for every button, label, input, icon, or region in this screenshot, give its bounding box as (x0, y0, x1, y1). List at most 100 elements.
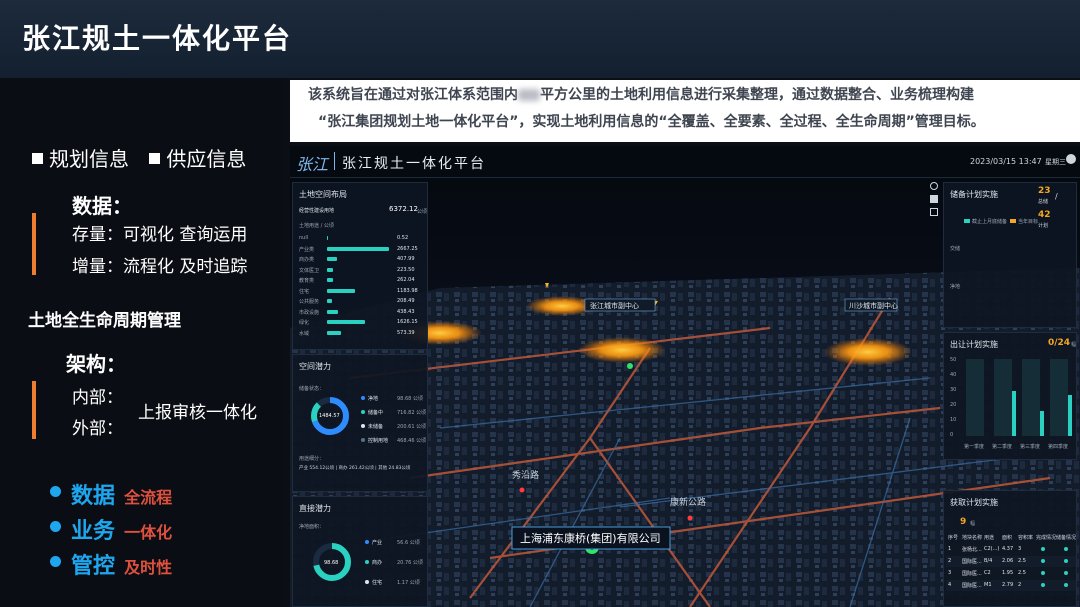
status-dot-icon (1064, 559, 1068, 563)
bullet-main: 业务 (71, 519, 116, 544)
quarter-column[interactable] (994, 359, 1012, 436)
refresh-icon[interactable] (930, 182, 938, 190)
hotspot-center[interactable] (578, 337, 666, 363)
legend-value: 98.68 公顷 (397, 396, 423, 402)
intro-line-1: 该系统旨在通过对张江体系范围内 平方公里的土地利用信息进行采集整理，通过数据整合、… (308, 82, 974, 109)
title-bar: 张江规土一体化平台 (0, 0, 1080, 78)
table-cell: 3 (948, 570, 952, 576)
panel-subtitle: 净地面积： (299, 524, 325, 530)
legend-reserved: 截止上月底储备 (972, 219, 1008, 225)
internal-label: 内部： (72, 388, 123, 408)
land-row-bar[interactable] (327, 309, 338, 314)
donut-center-value: 1484.57 (319, 413, 340, 419)
dashboard-screenshot: 张江城市副中心 川沙城市副中心 秀沿路 康新公路 上海浦东康桥(集团)有限公司 … (290, 146, 1080, 607)
layers-icon[interactable] (930, 195, 938, 203)
panel-title: 土地空间布局 (299, 190, 347, 199)
status-dot-icon (1041, 559, 1045, 563)
legend-value: 20.76 公顷 (397, 560, 423, 566)
intro-box: 该系统旨在通过对张江体系范围内 平方公里的土地利用信息进行采集整理，通过数据整合、… (290, 80, 1080, 142)
land-row-bar[interactable] (327, 288, 355, 293)
y-tick-label: 20 (950, 402, 957, 408)
dashboard-logo: 张江 (296, 155, 329, 174)
table-header-cell: 地块名称 (962, 535, 983, 541)
bullet-business: 业务 一体化 (71, 513, 172, 545)
total-label: 经营性建设用地 (299, 208, 335, 214)
land-row-bar[interactable] (327, 278, 334, 282)
land-row-name: 绿化 (299, 320, 310, 326)
quarter-column[interactable] (966, 359, 984, 436)
land-row-name: 商办类 (299, 257, 315, 263)
transfer-plan-panel: 出让计划实施 0/24 幅 50 40 30 20 10 0 第一季度 第二季度 第三季度 第四… (943, 332, 1077, 460)
legend-value: 468.46 公顷 (397, 438, 427, 444)
legend-dot-icon (361, 424, 365, 428)
legend-name: 商办 (372, 560, 383, 566)
quarter-bar[interactable] (1068, 395, 1072, 436)
bullet-sub: 及时性 (124, 558, 173, 577)
tag-supply: 供应信息 (166, 147, 247, 171)
land-row-name: 文体医卫 (299, 267, 320, 274)
direct-potential-panel: 直接潜力 净地面积： 98.68 产业 56.6 公顷 商办 20.76 公顷 住宅 1.… (292, 496, 428, 607)
legend-value: 56.6 公顷 (397, 540, 420, 546)
axis-label-a: 交储 (950, 246, 961, 252)
legend-value: 716.82 公顷 (397, 410, 427, 416)
quarter-column[interactable] (1050, 359, 1068, 436)
arch-heading: 架构： (66, 352, 126, 376)
bullet-main: 管控 (71, 554, 116, 579)
panel-subtitle: 储备状态： (299, 386, 325, 392)
land-row-value: 223.50 (397, 266, 415, 273)
bullet-dot-icon (50, 521, 61, 532)
label-xiuyan-road: 秀沿路 (512, 469, 539, 481)
land-row-bar[interactable] (327, 236, 328, 240)
label-zhangjiang: 张江城市副中心 (590, 301, 639, 310)
y-tick-label: 10 (950, 417, 957, 423)
legend-name: 产业 (372, 540, 383, 546)
square-bullet-icon (149, 153, 161, 164)
land-row-value: 438.43 (397, 308, 415, 315)
bullet-sub: 全流程 (124, 488, 173, 507)
land-row-name: 产业类 (299, 246, 315, 253)
land-row-bar[interactable] (327, 267, 333, 272)
legend-swatch (964, 219, 970, 223)
donut-center-value: 98.68 (324, 560, 339, 566)
table-cell: C2(...) (984, 546, 1000, 552)
legend-name: 净地 (368, 396, 379, 402)
land-row-name: 教育类 (299, 278, 315, 284)
land-row-value: 573.39 (397, 329, 415, 336)
quarter-label: 第四季度 (1048, 444, 1069, 450)
user-avatar[interactable] (1066, 154, 1076, 164)
label-kangxin-road: 康新公路 (670, 496, 706, 508)
footer-title: 用途细分： (299, 456, 325, 462)
legend-value: 200.61 公顷 (397, 424, 427, 430)
land-row-bar[interactable] (327, 299, 332, 303)
land-row-bar[interactable] (327, 320, 365, 324)
plan-count: 42 (1038, 210, 1051, 220)
quarter-column[interactable] (1022, 359, 1040, 436)
status-dot-icon (1064, 571, 1068, 575)
legend-name: 住宅 (372, 580, 383, 586)
legend-value: 1.17 公顷 (397, 580, 420, 586)
quarter-label: 第三季度 (1020, 444, 1041, 450)
usage-breakdown: 产业 554.12公顷 | 商办 261.42公顷 | 其他 24.83公顷 (299, 466, 411, 471)
land-row-bar[interactable] (327, 246, 389, 251)
map-toolbar (930, 182, 940, 232)
legend-dot-icon (365, 540, 369, 544)
quarter-bar[interactable] (1012, 391, 1016, 436)
external-label: 外部： (72, 419, 123, 439)
table-header-cell: 储备情况 (1056, 535, 1077, 541)
land-row-value: 0.52 (397, 235, 409, 241)
land-row-name: 住宅 (299, 288, 310, 295)
land-row-value: 407.99 (397, 256, 415, 262)
hotspot-chuansha[interactable] (824, 338, 912, 366)
fullscreen-icon[interactable] (930, 208, 938, 216)
total-unit: 公顷 (417, 209, 428, 215)
panel-title: 获取计划实施 (950, 498, 998, 507)
land-row-bar[interactable] (327, 257, 337, 261)
legend-name: 储备中 (368, 410, 384, 416)
reserve-count: 23 (1038, 186, 1051, 196)
table-header-cell: 容积率 (1018, 535, 1034, 541)
bullet-control: 管控 及时性 (71, 548, 172, 580)
increment-line: 增量：流程化 及时追踪 (72, 257, 248, 277)
acquire-count: 9 (960, 517, 967, 527)
quarter-bar[interactable] (1040, 411, 1044, 436)
land-row-bar[interactable] (327, 330, 341, 335)
